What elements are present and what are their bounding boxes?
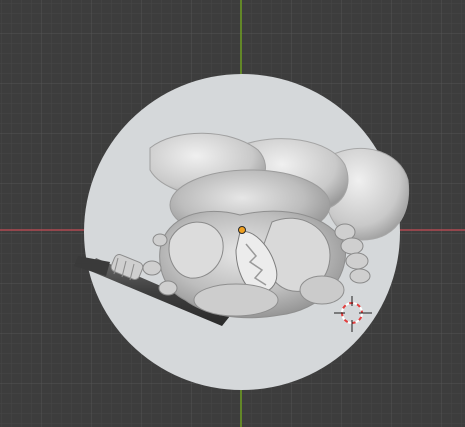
lower-jaw: [193, 283, 279, 317]
right-foreleg: [299, 275, 345, 305]
object-origin-icon[interactable]: [238, 226, 246, 234]
3d-viewport[interactable]: [0, 0, 465, 427]
viewport-canvas[interactable]: [0, 0, 465, 427]
